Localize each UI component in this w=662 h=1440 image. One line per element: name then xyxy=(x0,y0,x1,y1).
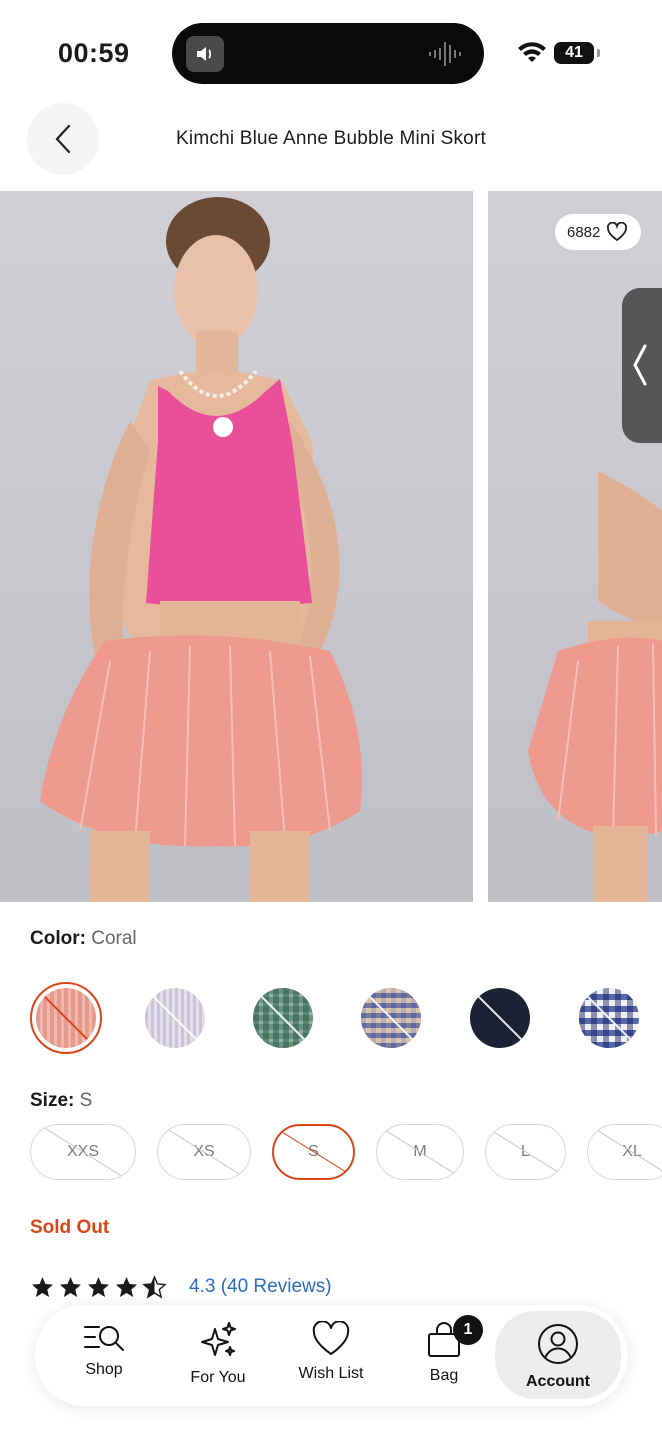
status-bar: 00:59 41 xyxy=(0,0,662,100)
chevron-left-icon xyxy=(633,344,647,386)
size-option-m[interactable]: M xyxy=(376,1124,464,1180)
nav-shop[interactable]: Shop xyxy=(59,1305,149,1406)
heart-outline-icon xyxy=(607,222,628,242)
star-icon xyxy=(32,1277,53,1297)
product-gallery[interactable]: 6882 xyxy=(0,191,662,902)
sparkles-icon xyxy=(201,1322,236,1356)
wifi-icon xyxy=(518,42,546,62)
like-count: 6882 xyxy=(567,223,601,241)
color-label: Color: Coral xyxy=(30,928,137,950)
swatch-blue-orange-plaid[interactable] xyxy=(361,988,421,1048)
page-title: Kimchi Blue Anne Bubble Mini Skort xyxy=(176,128,486,149)
nav-wish-list[interactable]: Wish List xyxy=(283,1305,379,1406)
size-label-text: Size: xyxy=(30,1090,75,1111)
nav-label: Bag xyxy=(429,1367,459,1384)
size-option-l[interactable]: L xyxy=(485,1124,566,1180)
nav-account[interactable]: Account xyxy=(495,1311,621,1399)
header: Kimchi Blue Anne Bubble Mini Skort xyxy=(0,100,662,190)
size-selected-value: S xyxy=(79,1090,93,1111)
swatch-green-plaid[interactable] xyxy=(253,988,313,1048)
like-button[interactable]: 6882 xyxy=(555,214,641,250)
star-icon xyxy=(116,1277,137,1297)
shop-search-icon xyxy=(84,1326,124,1351)
nav-bag[interactable]: Bag 1 xyxy=(399,1305,489,1406)
size-label: Size: S xyxy=(30,1090,92,1112)
availability-status: Sold Out xyxy=(30,1217,110,1238)
rating-row: 4.3 (40 Reviews) xyxy=(30,1275,332,1299)
color-label-text: Color: xyxy=(30,928,86,949)
status-time: 00:59 xyxy=(58,38,130,68)
product-photo-main[interactable] xyxy=(0,191,473,902)
swatch-coral[interactable] xyxy=(36,988,96,1048)
reviews-link[interactable]: 4.3 (40 Reviews) xyxy=(189,1276,332,1298)
heart-icon xyxy=(312,1321,350,1355)
bag-count-badge: 1 xyxy=(453,1315,483,1345)
swatch-blue-plaid[interactable] xyxy=(579,988,639,1048)
nav-label: Shop xyxy=(85,1361,123,1378)
swatch-navy[interactable] xyxy=(470,988,530,1048)
account-icon xyxy=(538,1324,578,1364)
nav-label: Account xyxy=(526,1373,590,1390)
nav-label: For You xyxy=(190,1369,246,1386)
star-icon xyxy=(60,1277,81,1297)
battery-indicator: 41 xyxy=(554,42,600,64)
model-illustration xyxy=(40,197,362,902)
nav-label: Wish List xyxy=(298,1365,364,1382)
star-icon xyxy=(88,1277,109,1297)
size-option-xl[interactable]: XL xyxy=(587,1124,662,1180)
side-panel-handle[interactable] xyxy=(622,288,662,443)
dynamic-island xyxy=(172,23,484,84)
size-option-xxs[interactable]: XXS xyxy=(30,1124,136,1180)
swatch-lavender-stripe[interactable] xyxy=(145,988,205,1048)
color-selected-value: Coral xyxy=(91,928,137,949)
audio-wave-icon xyxy=(429,42,461,66)
size-option-xs[interactable]: XS xyxy=(157,1124,251,1180)
size-option-s[interactable]: S xyxy=(272,1124,355,1180)
speaker-icon xyxy=(186,36,224,72)
nav-for-you[interactable]: For You xyxy=(173,1305,263,1406)
star-rating xyxy=(30,1275,167,1299)
half-star-icon xyxy=(142,1275,167,1299)
bottom-nav: Shop For You Wish List Bag 1 Account xyxy=(35,1305,628,1406)
